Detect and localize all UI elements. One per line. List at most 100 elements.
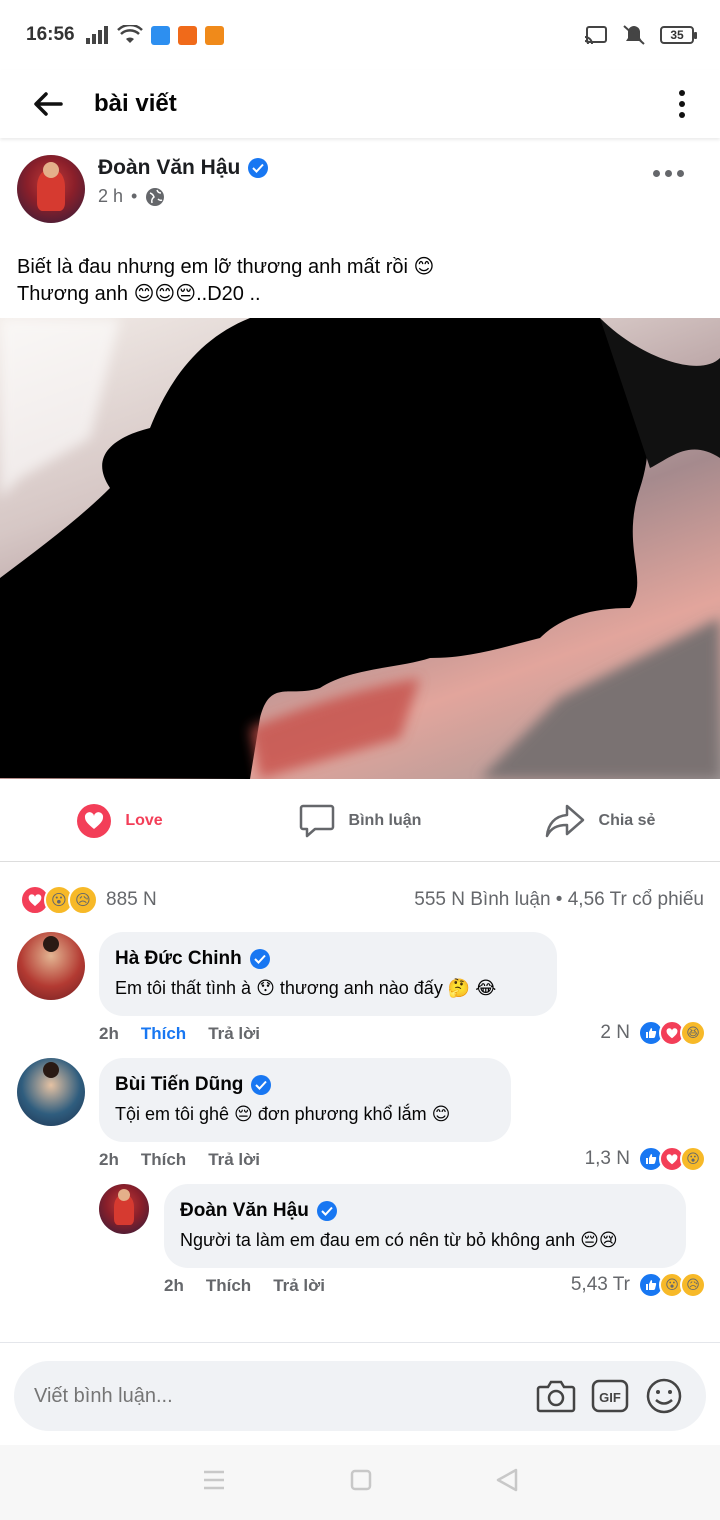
- comment-reaction-count: 1,3 N: [584, 1148, 630, 1169]
- arrow-left-icon: [34, 92, 63, 116]
- more-options-button[interactable]: [672, 84, 692, 124]
- commenter-name-text: Bùi Tiến Dũng: [115, 1074, 244, 1095]
- mute-icon: [623, 25, 645, 45]
- dot-icon: [665, 170, 672, 177]
- comment-time: 2h: [164, 1276, 184, 1295]
- comment-bubble[interactable]: Đoàn Văn Hậu Người ta làm em đau em có n…: [164, 1184, 686, 1268]
- comment-item: Hà Đức Chinh Em tôi thất tình à 😯 thương…: [17, 932, 707, 1052]
- comment-text: Em tôi thất tình à 😯 thương anh nào đấy …: [115, 978, 497, 998]
- comment-time: 2h: [99, 1024, 119, 1043]
- gif-icon: GIF: [591, 1379, 629, 1413]
- comment-button[interactable]: Bình luận: [240, 803, 480, 839]
- news-notification-icon: [177, 25, 197, 45]
- verified-icon: [316, 1201, 337, 1221]
- post-text-line: Biết là đau nhưng em lỡ thương anh mất r…: [17, 256, 435, 278]
- triangle-back-icon: [496, 1468, 518, 1492]
- comment-icon: [299, 804, 334, 837]
- comment-input[interactable]: [34, 1384, 524, 1408]
- cast-icon: [584, 26, 607, 45]
- commenter-name[interactable]: Hà Đức Chinh: [115, 948, 541, 970]
- share-button[interactable]: Chia sẻ: [480, 804, 720, 838]
- comment-footer: 2h Thích Trả lời: [99, 1150, 282, 1170]
- author-avatar[interactable]: [17, 155, 85, 223]
- comment-text: Người ta làm em đau em có nên từ bỏ khôn…: [180, 1230, 618, 1250]
- kebab-dot-icon: [679, 101, 685, 107]
- post-text: Biết là đau nhưng em lỡ thương anh mất r…: [17, 254, 434, 308]
- home-button[interactable]: [350, 1469, 372, 1496]
- commenter-avatar[interactable]: [17, 932, 85, 1000]
- comment-label: Bình luận: [348, 811, 422, 829]
- post-header: Đoàn Văn Hậu 2 h •: [0, 150, 720, 230]
- comment-reply-button[interactable]: Trả lời: [208, 1024, 260, 1044]
- comment-reactions[interactable]: 2 N 😆: [600, 1020, 706, 1046]
- smiley-icon: [646, 1378, 682, 1414]
- comment-footer: 2h Thích Trả lời: [164, 1276, 347, 1296]
- comment-footer: 2h Thích Trả lời: [99, 1024, 282, 1044]
- comment-bubble[interactable]: Bùi Tiến Dũng Tội em tôi ghê 😔 đơn phươn…: [99, 1058, 511, 1142]
- comment-reactions[interactable]: 5,43 Tr 😮 😥: [570, 1272, 706, 1298]
- comment-input-box: GIF: [14, 1361, 706, 1431]
- reaction-count: 885 N: [106, 889, 157, 910]
- author-name[interactable]: Đoàn Văn Hậu: [98, 156, 269, 180]
- globe-icon: [146, 187, 165, 206]
- verified-icon: [251, 1075, 272, 1095]
- wifi-icon: [116, 25, 143, 43]
- battery-level: 35: [670, 28, 684, 42]
- commenter-avatar[interactable]: [99, 1184, 149, 1234]
- system-navigation-bar: [0, 1445, 720, 1520]
- reaction-icons: 😮 😥: [20, 885, 98, 915]
- comment-reaction-count: 2 N: [600, 1022, 630, 1043]
- dot-icon: [677, 170, 684, 177]
- back-button[interactable]: [28, 84, 68, 124]
- commenter-name[interactable]: Đoàn Văn Hậu: [180, 1200, 670, 1222]
- post-image[interactable]: [0, 318, 720, 779]
- comment-bubble[interactable]: Hà Đức Chinh Em tôi thất tình à 😯 thương…: [99, 932, 557, 1016]
- comment-reactions[interactable]: 1,3 N 😮: [584, 1146, 706, 1172]
- message-notification-icon: [204, 25, 224, 45]
- comment-text: Tội em tôi ghê 😔 đơn phương khổ lắm 😊: [115, 1104, 451, 1124]
- kebab-dot-icon: [679, 90, 685, 96]
- comment-share-stats[interactable]: 555 N Bình luận • 4,56 Tr cổ phiếu: [414, 889, 704, 911]
- app-header: bài viết: [0, 70, 720, 138]
- emoji-button[interactable]: [642, 1374, 686, 1418]
- recent-apps-button[interactable]: [202, 1469, 226, 1496]
- commenter-avatar[interactable]: [17, 1058, 85, 1126]
- comment-reaction-count: 5,43 Tr: [570, 1274, 630, 1295]
- sad-reaction-icon: 😥: [680, 1272, 706, 1298]
- post-action-bar: Love Bình luận Chia sẻ: [0, 780, 720, 862]
- comment-reply-button[interactable]: Trả lời: [273, 1276, 325, 1296]
- meta-separator: •: [131, 186, 138, 206]
- comment-reply-button[interactable]: Trả lời: [208, 1150, 260, 1170]
- gif-button[interactable]: GIF: [588, 1374, 632, 1418]
- comment-composer: GIF: [0, 1342, 720, 1445]
- comment-like-button[interactable]: Thích: [141, 1024, 186, 1044]
- zalo-notification-icon: [150, 25, 170, 45]
- comment-like-button[interactable]: Thích: [141, 1150, 186, 1170]
- kebab-dot-icon: [679, 112, 685, 118]
- wow-reaction-icon: 😮: [680, 1146, 706, 1172]
- gif-label: GIF: [599, 1390, 621, 1405]
- dot-icon: [653, 170, 660, 177]
- love-button[interactable]: Love: [0, 803, 240, 838]
- status-time: 16:56: [26, 24, 75, 45]
- commenter-name-text: Đoàn Văn Hậu: [180, 1200, 309, 1221]
- love-label: Love: [125, 811, 163, 829]
- nav-back-button[interactable]: [496, 1468, 518, 1497]
- reactions-summary[interactable]: 😮 😥 885 N 555 N Bình luận • 4,56 Tr cổ p…: [20, 880, 704, 920]
- camera-button[interactable]: [534, 1374, 578, 1418]
- post-meta: 2 h •: [98, 186, 165, 207]
- post-time[interactable]: 2 h: [98, 186, 123, 207]
- silhouette-image: [0, 318, 720, 779]
- page-title: bài viết: [94, 90, 177, 117]
- square-icon: [350, 1469, 372, 1491]
- verified-icon: [248, 158, 269, 178]
- post-options-button[interactable]: [653, 170, 684, 177]
- author-name-text: Đoàn Văn Hậu: [98, 156, 241, 179]
- haha-reaction-icon: 😆: [680, 1020, 706, 1046]
- battery-icon: 35: [660, 26, 697, 44]
- menu-icon: [204, 1470, 224, 1490]
- commenter-name[interactable]: Bùi Tiến Dũng: [115, 1074, 495, 1096]
- share-label: Chia sẻ: [598, 811, 656, 829]
- comment-item: Bùi Tiến Dũng Tội em tôi ghê 😔 đơn phươn…: [17, 1058, 707, 1178]
- comment-like-button[interactable]: Thích: [206, 1276, 251, 1296]
